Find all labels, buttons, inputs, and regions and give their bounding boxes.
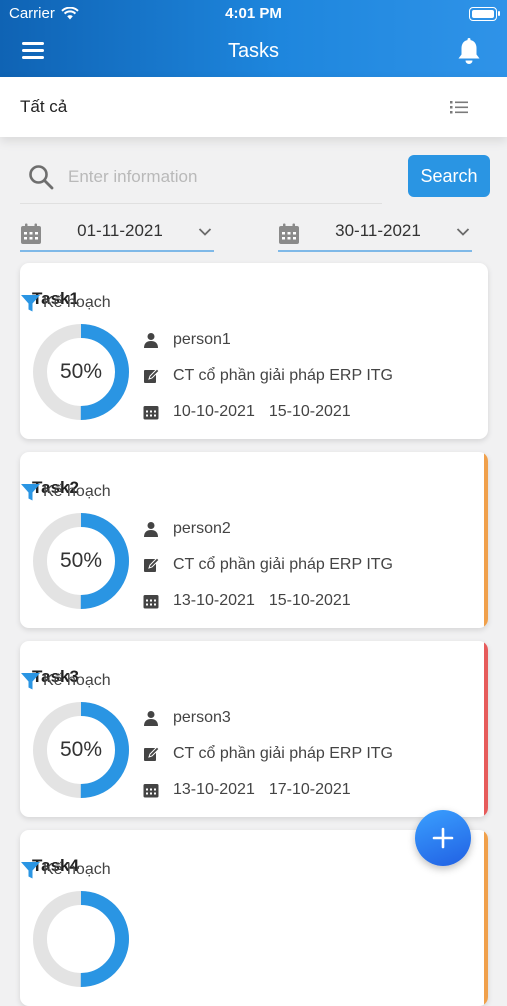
task-dates: 13-10-2021 17-10-2021 (143, 781, 351, 799)
chevron-down-icon (456, 228, 470, 236)
end-date: 15-10-2021 (268, 592, 351, 609)
task-assignee: person2 (143, 520, 231, 538)
filter-icon (21, 861, 40, 878)
task-company: CT cổ phần giải pháp ERP ITG (143, 367, 393, 385)
task-assignee: person3 (143, 709, 231, 727)
task-status-label: Kế hoạch (43, 294, 111, 311)
assignee-name: person1 (173, 331, 231, 348)
start-date-value: 01-11-2021 (77, 221, 163, 240)
company-name: CT cổ phần giải pháp ERP ITG (173, 745, 393, 762)
search-row: Search (20, 155, 490, 197)
list-view-icon[interactable] (448, 98, 470, 116)
task-status[interactable]: Kế hoạch (20, 289, 488, 317)
task-card[interactable]: Task1 Kế hoạch 50% person1 CT cổ phần gi… (20, 263, 488, 439)
bell-icon[interactable] (455, 37, 483, 67)
edit-icon (144, 557, 159, 572)
progress-label: 50% (59, 549, 103, 572)
app-header: Carrier 4:01 PM Tasks (0, 0, 507, 77)
filter-icon (21, 294, 40, 311)
task-status-label: Kế hoạch (43, 861, 111, 878)
company-name: CT cổ phần giải pháp ERP ITG (173, 367, 393, 384)
end-date-value: 30-11-2021 (335, 221, 421, 240)
start-date: 13-10-2021 (173, 592, 255, 609)
filter-icon (21, 672, 40, 689)
calendar-icon (143, 595, 159, 609)
progress-ring: 50% (32, 512, 130, 610)
task-status-label: Kế hoạch (43, 483, 111, 500)
task-company: CT cổ phần giải pháp ERP ITG (143, 556, 393, 574)
assignee-name: person2 (173, 520, 231, 537)
start-date-picker[interactable]: 01-11-2021 (20, 218, 214, 252)
end-date: 15-10-2021 (268, 403, 351, 420)
calendar-icon (21, 223, 41, 244)
company-name: CT cổ phần giải pháp ERP ITG (173, 556, 393, 573)
assignee-name: person3 (173, 709, 231, 726)
task-card[interactable]: Task3 Kế hoạch 50% person3 CT cổ phần gi… (20, 641, 488, 817)
search-input[interactable] (66, 157, 400, 197)
edit-icon (144, 368, 159, 383)
task-status[interactable]: Kế hoạch (20, 478, 488, 506)
end-date-picker[interactable]: 30-11-2021 (278, 218, 472, 252)
end-date: 17-10-2021 (268, 781, 351, 798)
task-status[interactable]: Kế hoạch (20, 667, 488, 695)
start-date: 13-10-2021 (173, 781, 255, 798)
chevron-down-icon (198, 228, 212, 236)
progress-ring (32, 890, 130, 988)
status-bar: Carrier 4:01 PM (0, 0, 507, 28)
clock: 4:01 PM (225, 5, 282, 22)
filter-bar: Tất cả (0, 77, 507, 137)
person-icon (144, 333, 158, 348)
filter-icon (21, 483, 40, 500)
calendar-icon (279, 223, 299, 244)
progress-label: 50% (59, 738, 103, 761)
task-dates: 10-10-2021 15-10-2021 (143, 403, 351, 421)
task-assignee: person1 (143, 331, 231, 349)
task-card[interactable]: Task2 Kế hoạch 50% person2 CT cổ phần gi… (20, 452, 488, 628)
task-dates: 13-10-2021 15-10-2021 (143, 592, 351, 610)
calendar-icon (143, 784, 159, 798)
progress-ring: 50% (32, 323, 130, 421)
plus-icon (432, 827, 454, 849)
progress-label: 50% (59, 360, 103, 383)
battery-icon (469, 7, 500, 21)
edit-icon (144, 746, 159, 761)
search-underline (20, 203, 382, 204)
person-icon (144, 522, 158, 537)
search-icon (29, 165, 54, 190)
add-task-button[interactable] (415, 810, 471, 866)
task-status-label: Kế hoạch (43, 672, 111, 689)
search-button[interactable]: Search (408, 155, 490, 197)
task-company: CT cổ phần giải pháp ERP ITG (143, 745, 393, 763)
progress-ring: 50% (32, 701, 130, 799)
nav-bar: Tasks (0, 28, 507, 77)
start-date: 10-10-2021 (173, 403, 255, 420)
person-icon (144, 711, 158, 726)
filter-label[interactable]: Tất cả (20, 97, 67, 117)
calendar-icon (143, 406, 159, 420)
page-title: Tasks (227, 40, 280, 62)
